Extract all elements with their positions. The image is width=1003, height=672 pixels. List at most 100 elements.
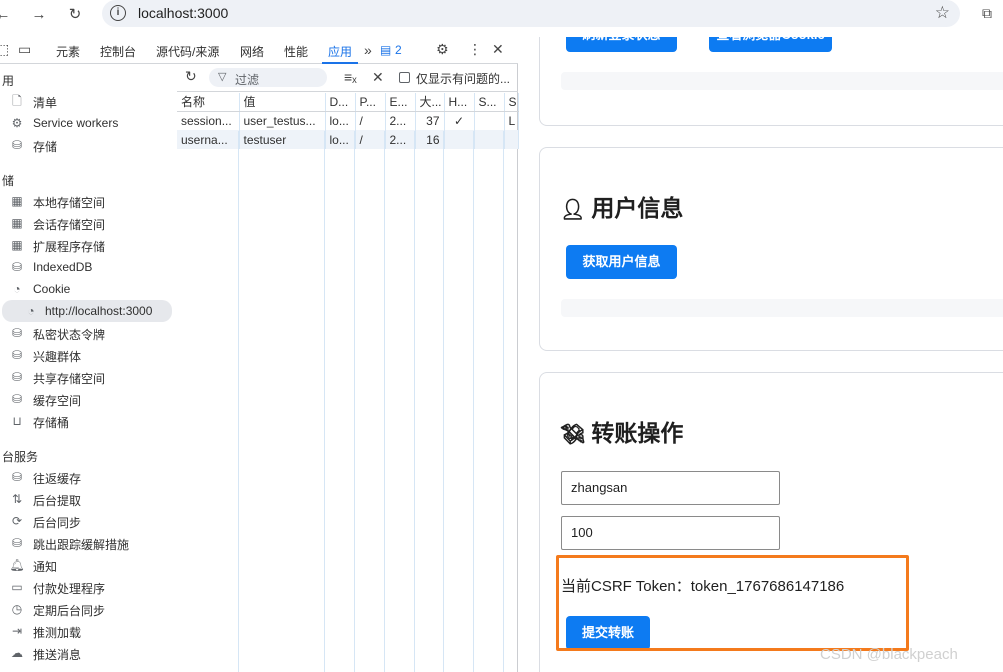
application-sidebar: 用 🗋 清单 ⚙ Service workers ⛁ 存储 储 ▦ 本地存储空间 ▦ 会话… bbox=[0, 65, 176, 672]
cell-samesite bbox=[504, 130, 519, 149]
sidebar-item-local-storage[interactable]: ▦ 本地存储空间 bbox=[0, 190, 176, 212]
transfer-to-input[interactable]: zhangsan bbox=[561, 471, 780, 505]
cell-value: user_testus... bbox=[239, 111, 326, 130]
settings-gear-icon[interactable]: ⚙ bbox=[436, 41, 449, 58]
delete-selected-icon[interactable]: ✕ bbox=[372, 69, 384, 86]
sidebar-item-indexeddb[interactable]: ⛁ IndexedDB bbox=[0, 256, 176, 278]
filter-funnel-icon: ▽ bbox=[218, 71, 227, 83]
more-options-icon[interactable]: ⋮ bbox=[468, 41, 482, 58]
col-header-expires[interactable]: E... bbox=[385, 93, 416, 112]
sidebar-item-background-fetch[interactable]: ⇅ 后台提取 bbox=[0, 488, 176, 510]
clear-filtered-icon[interactable]: ≡ₓ bbox=[344, 69, 357, 85]
table-icon: ▦ bbox=[11, 194, 23, 208]
sidebar-item-push-messaging[interactable]: ☁ 推送消息 bbox=[0, 642, 176, 664]
column-divider bbox=[443, 131, 444, 672]
cell-size: 37 bbox=[415, 111, 445, 130]
refresh-login-button[interactable]: 刷新登录状态 bbox=[566, 37, 677, 52]
sidebar-item-cache-storage[interactable]: ⛁ 缓存空间 bbox=[0, 388, 176, 410]
col-header-domain[interactable]: D... bbox=[325, 93, 356, 112]
url-text[interactable]: localhost:3000 bbox=[138, 5, 228, 21]
cookie-table: 名称 值 D... P... E... 大... H... S... S ses… bbox=[177, 93, 519, 149]
table-row[interactable]: session... user_testus... lo... / 2... 3… bbox=[177, 111, 519, 130]
tab-console[interactable]: 控制台 bbox=[100, 43, 136, 60]
database-icon: ⛁ bbox=[11, 348, 23, 362]
sidebar-item-cookie-localhost[interactable]: ◔ http://localhost:3000 bbox=[2, 300, 172, 322]
back-icon[interactable]: ← bbox=[0, 4, 14, 26]
sidebar-item-service-workers[interactable]: ⚙ Service workers bbox=[0, 112, 176, 134]
cell-name: session... bbox=[177, 111, 240, 130]
sidebar-item-shared-storage[interactable]: ⛁ 共享存储空间 bbox=[0, 366, 176, 388]
cell-secure bbox=[474, 130, 505, 149]
refresh-icon[interactable]: ↻ bbox=[185, 68, 197, 85]
login-status-card: 刷新登录状态 查看浏览器Cookie bbox=[539, 37, 1003, 126]
sidebar-item-periodic-sync[interactable]: ◷ 定期后台同步 bbox=[0, 598, 176, 620]
sidebar-item-private-state-tokens[interactable]: ⛁ 私密状态令牌 bbox=[0, 322, 176, 344]
status-output bbox=[561, 72, 1003, 90]
sidebar-item-notifications[interactable]: 🔔︎ 通知 bbox=[0, 554, 176, 576]
sidebar-section-background-services: 台服务 bbox=[2, 450, 39, 464]
tab-network[interactable]: 网络 bbox=[240, 43, 264, 60]
sidebar-section-application: 用 bbox=[2, 74, 15, 88]
forward-icon[interactable]: → bbox=[28, 4, 50, 26]
column-divider bbox=[503, 131, 504, 672]
only-issues-label[interactable]: 仅显示有问题的... bbox=[416, 70, 510, 87]
sidebar-item-bfcache[interactable]: ⛁ 往返缓存 bbox=[0, 466, 176, 488]
cell-value: testuser bbox=[239, 130, 326, 149]
sidebar-item-payment-handler[interactable]: ▭ 付款处理程序 bbox=[0, 576, 176, 598]
cell-samesite: L bbox=[504, 111, 519, 130]
extension-icon[interactable]: ⧉ bbox=[982, 5, 992, 22]
column-divider bbox=[324, 131, 325, 672]
view-cookie-button[interactable]: 查看浏览器Cookie bbox=[709, 37, 832, 52]
site-info-icon[interactable]: i bbox=[110, 5, 126, 21]
more-tabs-icon[interactable]: » bbox=[364, 42, 372, 58]
sidebar-item-session-storage[interactable]: ▦ 会话存储空间 bbox=[0, 212, 176, 234]
col-header-name[interactable]: 名称 bbox=[177, 93, 240, 112]
issues-count[interactable]: 2 bbox=[395, 43, 402, 57]
col-header-path[interactable]: P... bbox=[355, 93, 386, 112]
inspect-icon[interactable]: ⬚ bbox=[0, 41, 9, 58]
tab-application[interactable]: 应用 bbox=[328, 43, 352, 60]
bookmark-star-icon[interactable]: ☆ bbox=[935, 3, 950, 23]
table-row[interactable]: userna... testuser lo... / 2... 16 bbox=[177, 130, 519, 149]
annotation-highlight-box bbox=[556, 555, 909, 651]
issues-icon[interactable]: ▤ bbox=[380, 43, 391, 57]
clock-icon: ◷ bbox=[11, 602, 23, 616]
tab-performance[interactable]: 性能 bbox=[284, 43, 308, 60]
get-user-info-button[interactable]: 获取用户信息 bbox=[566, 245, 677, 279]
device-toolbar-icon[interactable]: ▭ bbox=[18, 41, 31, 58]
cell-expires: 2... bbox=[385, 130, 416, 149]
document-icon: 🗋 bbox=[12, 94, 22, 108]
col-header-secure[interactable]: S... bbox=[474, 93, 505, 112]
only-issues-checkbox[interactable] bbox=[399, 72, 410, 83]
cell-domain: lo... bbox=[325, 130, 356, 149]
cookie-icon: ◔ bbox=[13, 282, 21, 296]
sidebar-item-speculative-loads[interactable]: ⇥ 推测加载 bbox=[0, 620, 176, 642]
sidebar-item-manifest[interactable]: 🗋 清单 bbox=[0, 90, 176, 112]
column-divider bbox=[354, 131, 355, 672]
sidebar-item-cookie[interactable]: ◔ Cookie bbox=[0, 278, 176, 300]
sidebar-item-bounce-tracking[interactable]: ⛁ 跳出跟踪缓解措施 bbox=[0, 532, 176, 554]
cell-path: / bbox=[355, 130, 386, 149]
col-header-value[interactable]: 值 bbox=[239, 93, 326, 112]
database-icon: ⛁ bbox=[11, 260, 23, 274]
transfer-amount-input[interactable]: 100 bbox=[561, 516, 780, 550]
reload-icon[interactable]: ↻ bbox=[64, 4, 86, 26]
address-bar[interactable]: i localhost:3000 ☆ bbox=[102, 0, 960, 27]
devtools-tabbar: ⬚ ▭ 元素 控制台 源代码/来源 网络 性能 应用 » ▤ 2 ⚙ ⋮ ✕ bbox=[0, 37, 518, 64]
bucket-icon: ⊔ bbox=[12, 414, 22, 428]
sidebar-item-background-sync[interactable]: ⟳ 后台同步 bbox=[0, 510, 176, 532]
sidebar-item-extension-storage[interactable]: ▦ 扩展程序存储 bbox=[0, 234, 176, 256]
close-devtools-icon[interactable]: ✕ bbox=[492, 41, 504, 58]
up-down-arrows-icon: ⇅ bbox=[11, 492, 23, 506]
sidebar-item-storage[interactable]: ⛁ 存储 bbox=[0, 134, 176, 156]
col-header-size[interactable]: 大... bbox=[415, 93, 445, 112]
sidebar-item-interest-groups[interactable]: ⛁ 兴趣群体 bbox=[0, 344, 176, 366]
col-header-samesite[interactable]: S bbox=[504, 93, 519, 112]
sidebar-item-storage-buckets[interactable]: ⊔ 存储桶 bbox=[0, 410, 176, 432]
col-header-httponly[interactable]: H... bbox=[444, 93, 475, 112]
user-info-title: 👤︎ 用户信息 bbox=[560, 195, 684, 221]
filter-input[interactable]: ▽ 过滤 bbox=[209, 68, 327, 87]
tab-elements[interactable]: 元素 bbox=[56, 43, 80, 60]
tab-sources[interactable]: 源代码/来源 bbox=[156, 43, 219, 60]
browser-toolbar: ← → ↻ i localhost:3000 ☆ ⧉ bbox=[0, 0, 1003, 30]
